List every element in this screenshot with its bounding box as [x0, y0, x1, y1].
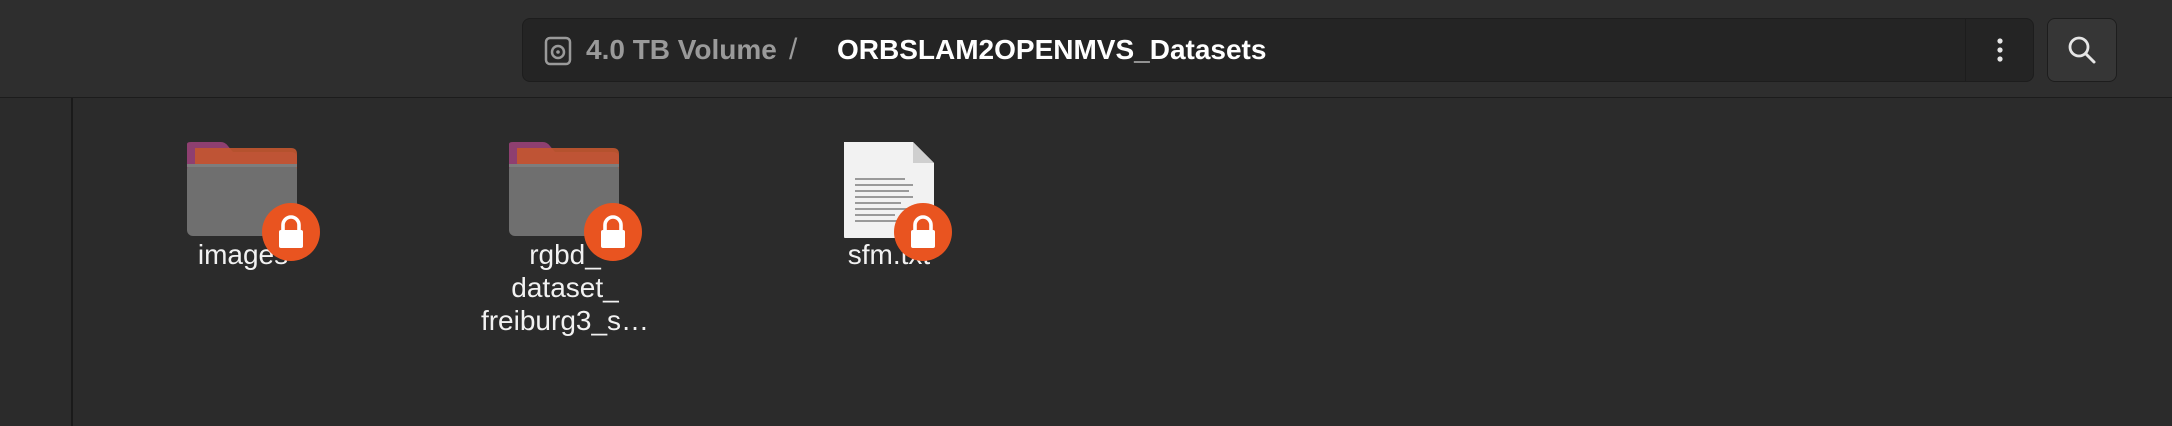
item-icon — [779, 118, 999, 261]
vertical-ellipsis-icon — [1996, 38, 2003, 62]
path-bar[interactable]: 4.0 TB Volume / ORBSLAM2OPENMVS_Datasets — [522, 18, 2034, 82]
file-name: sfm.txt — [779, 238, 999, 271]
header-bar: 4.0 TB Volume / ORBSLAM2OPENMVS_Datasets — [0, 0, 2172, 98]
breadcrumb-volume[interactable]: 4.0 TB Volume — [586, 32, 777, 68]
sidebar — [0, 98, 73, 426]
file-item-sfm-txt[interactable]: sfm.txt — [779, 118, 999, 271]
breadcrumb-current-folder[interactable]: ORBSLAM2OPENMVS_Datasets — [837, 32, 1266, 68]
folder-menu-button[interactable] — [1965, 19, 2033, 81]
file-grid: images rgbd_ dataset_ freiburg3_s… sfm.t… — [75, 98, 2172, 426]
lock-icon — [894, 203, 952, 261]
text-file-icon — [844, 142, 934, 238]
item-icon — [133, 118, 353, 261]
file-name-line: dataset_ — [511, 272, 619, 303]
search-button[interactable] — [2047, 18, 2117, 82]
file-item-rgbd-dataset[interactable]: rgbd_ dataset_ freiburg3_s… — [455, 118, 675, 337]
item-icon — [455, 118, 675, 261]
file-item-images[interactable]: images — [133, 118, 353, 271]
hard-drive-icon — [544, 36, 572, 66]
lock-icon — [262, 203, 320, 261]
breadcrumb-separator: / — [789, 33, 798, 66]
lock-icon — [584, 203, 642, 261]
search-icon — [2068, 36, 2096, 64]
file-name-line: sfm.txt — [847, 239, 931, 270]
file-name-line: freiburg3_s… — [480, 305, 650, 336]
